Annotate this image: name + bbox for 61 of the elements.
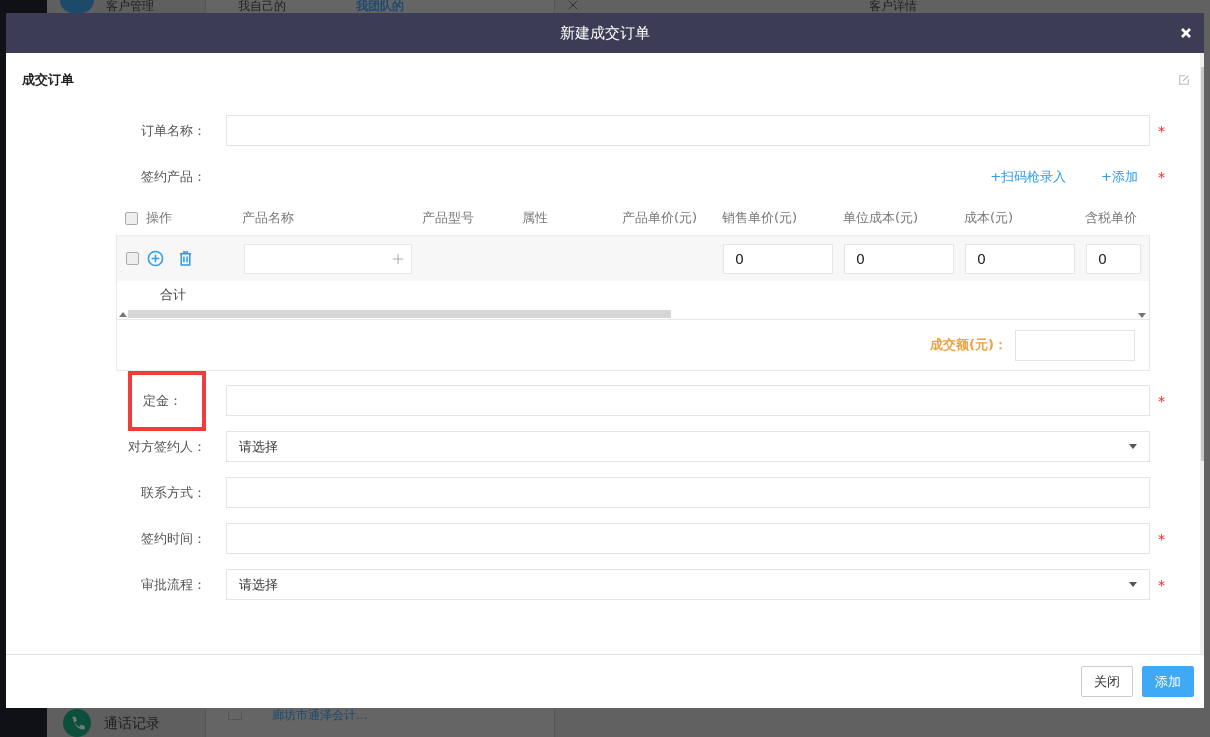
scrollbar-thumb[interactable] xyxy=(128,310,671,318)
avatar-icon xyxy=(60,0,94,13)
number-input[interactable]: 0 xyxy=(844,243,954,274)
column-header: 成本(元) xyxy=(964,209,1015,227)
required-mark: * xyxy=(1158,168,1165,185)
field-label: 签约产品： xyxy=(141,167,206,186)
close-button[interactable]: 关闭 xyxy=(1081,666,1133,697)
number-input[interactable]: 0 xyxy=(723,243,833,274)
caret-icon xyxy=(1129,582,1137,587)
dialog-title: 新建成交订单 xyxy=(560,23,650,43)
column-header: 含税单价 xyxy=(1085,209,1138,227)
input-field[interactable] xyxy=(226,523,1150,554)
column-header: 产品名称 xyxy=(242,209,295,227)
add-link[interactable]: +添加 xyxy=(1101,167,1138,186)
panel-title: 客户详情 xyxy=(869,0,917,13)
required-mark: * xyxy=(1158,122,1165,139)
column-header: 销售单价(元) xyxy=(722,209,799,227)
tab[interactable]: 我自己的 xyxy=(238,0,286,13)
edit-icon[interactable] xyxy=(1178,74,1190,86)
trash-icon[interactable] xyxy=(177,250,194,267)
input-field[interactable] xyxy=(1015,329,1135,361)
checkbox[interactable] xyxy=(125,252,139,265)
field-label: 联系方式： xyxy=(141,483,206,502)
horizontal-scrollbar[interactable] xyxy=(117,309,1149,320)
field-label: 签约时间： xyxy=(141,529,206,548)
number-input[interactable]: 0 xyxy=(1086,243,1141,274)
column-header: 产品型号 xyxy=(422,209,475,227)
select-field[interactable]: 请选择 xyxy=(226,431,1150,462)
customer-link[interactable]: 廊坊市通泽会计... xyxy=(272,708,368,722)
phone-icon xyxy=(60,709,94,737)
select-field[interactable]: 请选择 xyxy=(226,569,1150,600)
column-header: 操作 xyxy=(146,209,173,227)
plus-icon xyxy=(393,253,403,264)
required-mark: * xyxy=(1158,576,1165,593)
field-label: 对方签约人： xyxy=(128,437,206,456)
checkbox[interactable] xyxy=(124,211,138,225)
scroll-down-icon[interactable] xyxy=(1138,313,1146,318)
field-label: 定金： xyxy=(143,392,182,408)
add-link[interactable]: +扫码枪录入 xyxy=(990,167,1067,186)
add-circle-icon[interactable] xyxy=(147,250,164,267)
nav-item[interactable]: 通话记录 xyxy=(104,714,160,732)
tab[interactable]: 我团队的 xyxy=(356,0,404,13)
field-label: 订单名称： xyxy=(141,121,206,140)
nav-item[interactable]: 客户管理 xyxy=(106,0,154,13)
product-input[interactable] xyxy=(244,243,412,274)
column-header: 属性 xyxy=(522,209,549,227)
input-field[interactable] xyxy=(226,477,1150,508)
total-label: 合计 xyxy=(160,286,186,304)
required-mark: * xyxy=(1158,530,1165,547)
deal-amount-label: 成交额(元)： xyxy=(930,336,1007,354)
section-title: 成交订单 xyxy=(22,71,74,89)
input-field[interactable] xyxy=(226,115,1150,146)
add-button[interactable]: 添加 xyxy=(1142,666,1194,697)
scroll-up-icon[interactable] xyxy=(119,311,127,317)
required-mark: * xyxy=(1158,392,1165,409)
column-header: 产品单价(元) xyxy=(622,209,699,227)
field-label: 审批流程： xyxy=(141,575,206,594)
number-input[interactable]: 0 xyxy=(965,243,1075,274)
caret-icon xyxy=(1129,444,1137,449)
column-header: 单位成本(元) xyxy=(843,209,920,227)
input-field[interactable] xyxy=(226,385,1150,416)
